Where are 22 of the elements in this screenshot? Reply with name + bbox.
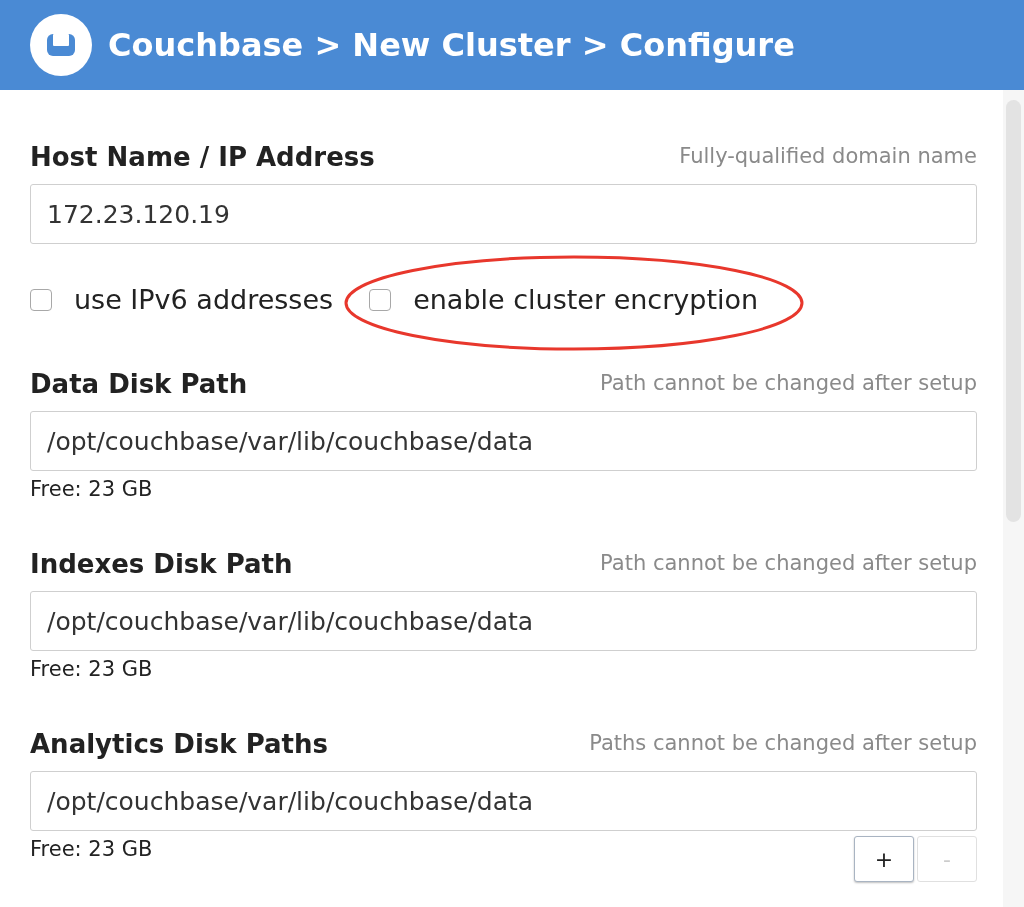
field-label: Data Disk Path [30,367,248,401]
page-title: Couchbase > New Cluster > Configure [108,25,795,66]
field-label: Host Name / IP Address [30,140,375,174]
field-hint: Fully-qualified domain name [679,143,977,171]
free-space-text: Free: 23 GB [30,836,153,862]
free-space-text: Free: 23 GB [30,656,153,682]
checkbox[interactable] [369,289,392,311]
field-hint: Path cannot be changed after setup [600,550,977,578]
free-space-text: Free: 23 GB [30,476,153,502]
field-hint: Paths cannot be changed after setup [589,730,977,758]
checkbox-label: use IPv6 addresses [74,283,334,317]
logo-icon [30,14,92,76]
input-field[interactable]: /opt/couchbase/var/lib/couchbase/data [30,591,977,651]
input-field[interactable]: /opt/couchbase/var/lib/couchbase/data [30,411,977,471]
field-label: Analytics Disk Paths [30,727,328,761]
input-field[interactable]: /opt/couchbase/var/lib/couchbase/data [30,771,977,831]
field-label: Indexes Disk Path [30,547,293,581]
field-hint: Path cannot be changed after setup [600,370,977,398]
input-field[interactable]: 172.23.120.19 [30,184,977,244]
add-path-button[interactable]: + [854,836,914,882]
checkbox-label: enable cluster encryption [413,283,759,317]
checkbox[interactable] [30,289,52,311]
